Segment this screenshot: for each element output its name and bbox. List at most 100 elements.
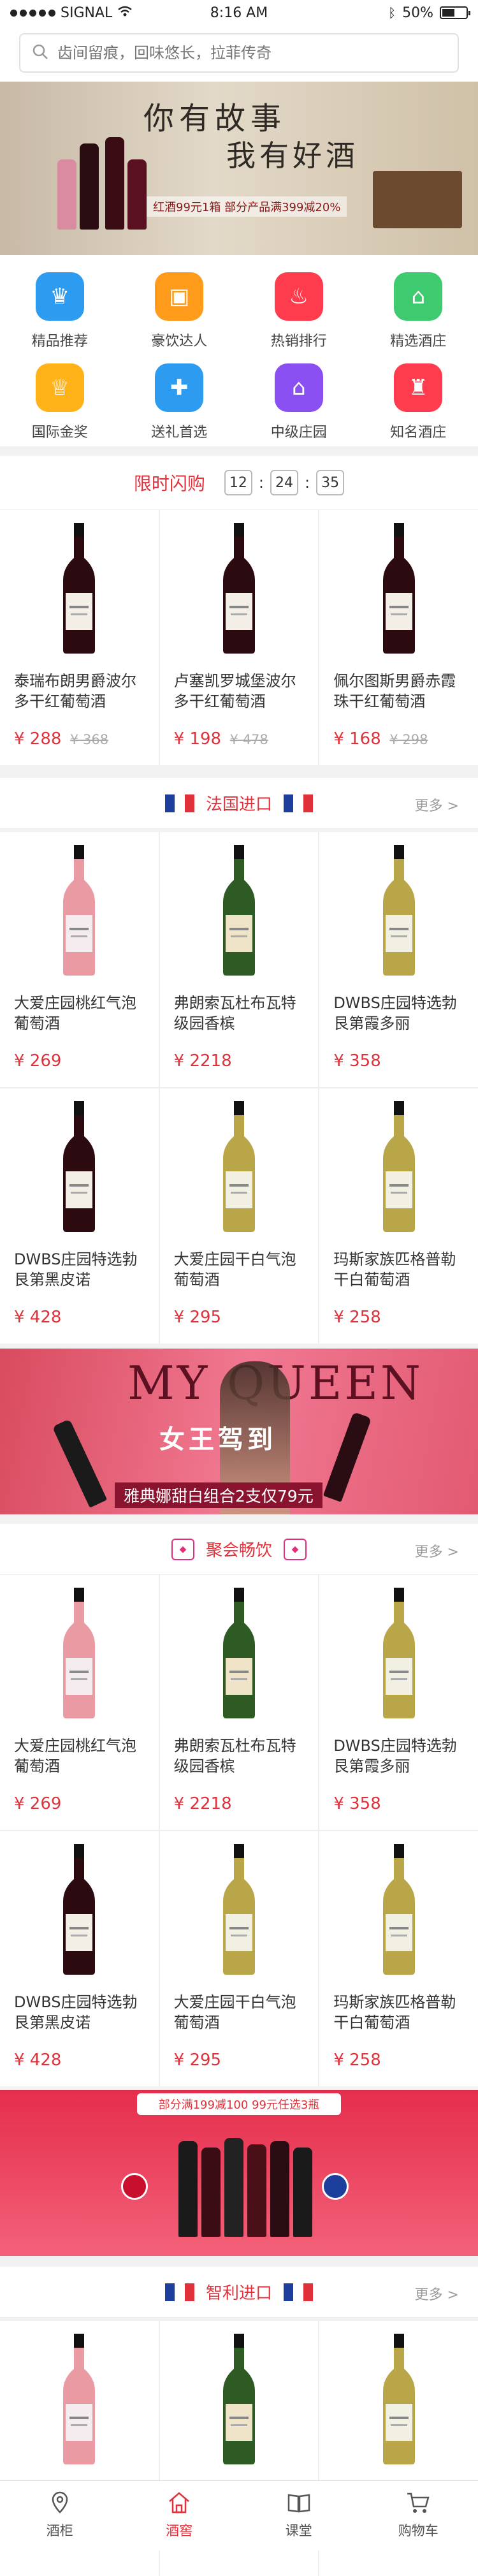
category-label: 精品推荐 — [32, 330, 88, 350]
tab-label: 酒窖 — [166, 2521, 192, 2540]
product-original-price: ¥ 368 — [70, 732, 108, 747]
location-icon — [47, 2490, 73, 2515]
product-card[interactable]: 卢塞凯罗城堡波尔多干红葡萄酒¥ 198¥ 478 — [160, 510, 319, 765]
countdown-seconds: 35 — [316, 470, 344, 495]
section-title: 智利进口 — [206, 2280, 272, 2304]
product-card[interactable]: 大爱庄园干白气泡葡萄酒 ¥ 295 — [160, 1088, 319, 1343]
product-card[interactable]: 弗朗索瓦杜布瓦特级园香槟¥ 2218 — [160, 1575, 319, 1830]
bottle-image — [80, 143, 99, 230]
banner-subtitle: 红酒99元1箱 部分产品满399减20% — [147, 196, 347, 217]
box-icon: ▣ — [155, 272, 203, 321]
more-link[interactable]: 更多 > — [415, 794, 459, 815]
carrier: SIGNAL — [61, 5, 112, 21]
tab-book[interactable]: 课堂 — [239, 2481, 359, 2550]
product-price: ¥ 358 — [333, 1794, 380, 1813]
product-card[interactable]: DWBS庄园特选勃艮第黑皮诺¥ 428 — [0, 1831, 159, 2086]
flag-circle-icon — [121, 2173, 148, 2200]
promo-banner-queen[interactable]: MY QUEEN 女王驾到 雅典娜甜白组合2支仅79元 — [0, 1349, 478, 1514]
battery-icon — [440, 6, 468, 19]
category-item[interactable]: ♜知名酒庄 — [359, 356, 478, 442]
product-price: ¥ 258 — [333, 1308, 380, 1327]
category-item[interactable]: ♕国际金奖 — [0, 356, 120, 442]
promo-banner-sale[interactable]: 部分满199减100 99元任选3瓶 — [0, 2090, 478, 2256]
product-original-price: ¥ 298 — [389, 732, 428, 747]
product-name: 大爱庄园干白气泡葡萄酒 — [174, 1249, 307, 1290]
product-card[interactable]: 弗朗索瓦杜布瓦特级园香槟¥ 2218 — [160, 832, 319, 1087]
category-item[interactable]: ⌂精选酒庄 — [359, 265, 478, 351]
product-price: ¥ 288 — [14, 729, 61, 749]
tab-home[interactable]: 酒窖 — [120, 2481, 240, 2550]
france-flag-icon — [284, 794, 313, 812]
bottle-image — [105, 137, 124, 230]
product-price: ¥ 2218 — [174, 1794, 232, 1813]
category-label: 热销排行 — [271, 330, 327, 350]
product-card[interactable]: 大爱庄园干白气泡葡萄酒 ¥ 295 — [160, 1831, 319, 2086]
bottle-image — [127, 159, 147, 230]
flash-sale-header[interactable]: 限时闪购 12 : 24 : 35 — [0, 456, 478, 510]
bluetooth-icon: ᛒ — [388, 5, 396, 20]
bottom-tab-bar: 酒柜 酒窖 课堂购物车 — [0, 2480, 478, 2550]
search-input[interactable] — [57, 44, 446, 62]
signal-icon — [10, 10, 55, 17]
product-image — [0, 523, 159, 654]
product-card[interactable]: 玛斯家族匹格普勒干白葡萄酒¥ 258 — [319, 1088, 478, 1343]
flash-sale-label: 限时闪购 — [134, 470, 205, 495]
product-image — [160, 2334, 319, 2464]
product-price: ¥ 168 — [333, 729, 380, 749]
category-item[interactable]: ✚送礼首选 — [120, 356, 240, 442]
product-image — [0, 1844, 159, 1975]
section-header-chile: 智利进口 更多 > — [0, 2267, 478, 2318]
product-card[interactable]: DWBS庄园特选勃艮第霞多丽¥ 358 — [319, 1575, 478, 1830]
search-box[interactable] — [19, 33, 459, 73]
product-name: 玛斯家族匹格普勒干白葡萄酒 — [333, 1992, 467, 2033]
product-card[interactable]: 大爱庄园桃红气泡葡萄酒¥ 269 — [0, 832, 159, 1087]
product-image — [160, 1844, 319, 1975]
product-name: 弗朗索瓦杜布瓦特级园香槟 — [174, 993, 307, 1034]
product-card[interactable]: 泰瑞布朗男爵波尔多干红葡萄酒¥ 288¥ 368 — [0, 510, 159, 765]
promo-subtitle: 雅典娜甜白组合2支仅79元 — [115, 1482, 322, 1508]
flash-product-grid: 泰瑞布朗男爵波尔多干红葡萄酒¥ 288¥ 368卢塞凯罗城堡波尔多干红葡萄酒¥ … — [0, 510, 478, 765]
category-label: 精选酒庄 — [390, 330, 446, 350]
home-icon — [166, 2490, 192, 2515]
product-price: ¥ 358 — [333, 1051, 380, 1071]
product-name: 大爱庄园干白气泡葡萄酒 — [174, 1992, 307, 2033]
category-item[interactable]: ♛精品推荐 — [0, 265, 120, 351]
product-card[interactable]: DWBS庄园特选勃艮第霞多丽 ¥ 358 — [319, 832, 478, 1087]
category-item[interactable]: ♨热销排行 — [239, 265, 359, 351]
colon: : — [259, 474, 264, 492]
product-card[interactable]: DWBS庄园特选勃艮第黑皮诺¥ 428 — [0, 1088, 159, 1343]
product-image — [319, 845, 478, 976]
tab-cart[interactable]: 购物车 — [359, 2481, 478, 2550]
product-grid-france: 大爱庄园桃红气泡葡萄酒¥ 269弗朗索瓦杜布瓦特级园香槟¥ 2218DWBS庄园… — [0, 832, 478, 1343]
promo-title: 女王驾到 — [159, 1419, 277, 1456]
colon: : — [305, 474, 310, 492]
more-link[interactable]: 更多 > — [415, 1540, 459, 1561]
product-card[interactable]: 佩尔图斯男爵赤霞珠干红葡萄酒¥ 168¥ 298 — [319, 510, 478, 765]
product-image — [319, 2334, 478, 2464]
hero-banner[interactable]: 你有故事 我有好酒 红酒99元1箱 部分产品满399减20% — [0, 82, 478, 255]
status-bar: SIGNAL 8:16 AM ᛒ 50% — [0, 0, 478, 26]
category-item[interactable]: ⌂中级庄园 — [239, 356, 359, 442]
wifi-icon — [117, 5, 133, 21]
category-item[interactable]: ▣豪饮达人 — [120, 265, 240, 351]
product-card[interactable]: 玛斯家族匹格普勒干白葡萄酒¥ 258 — [319, 1831, 478, 2086]
product-price: ¥ 428 — [14, 1308, 61, 1327]
tag-icon: ◆ — [171, 1539, 194, 1560]
section-title: 聚会畅饮 — [206, 1537, 272, 1561]
product-name: DWBS庄园特选勃艮第霞多丽 — [333, 993, 467, 1034]
product-image — [0, 1588, 159, 1718]
product-price: ¥ 295 — [174, 2051, 221, 2070]
battery-percent: 50% — [402, 5, 433, 21]
tab-location[interactable]: 酒柜 — [0, 2481, 120, 2550]
section-header-party: ◆ 聚会畅饮 ◆ 更多 > — [0, 1524, 478, 1575]
tab-label: 酒柜 — [47, 2521, 73, 2540]
product-image — [160, 845, 319, 976]
product-price: ¥ 295 — [174, 1308, 221, 1327]
product-name: 卢塞凯罗城堡波尔多干红葡萄酒 — [174, 671, 307, 712]
product-card[interactable]: 大爱庄园桃红气泡葡萄酒¥ 269 — [0, 1575, 159, 1830]
category-label: 国际金奖 — [32, 421, 88, 441]
promo-top-text: 部分满199减100 99元任选3瓶 — [137, 2093, 341, 2115]
promo-bottles — [178, 2135, 344, 2237]
product-image — [160, 523, 319, 654]
more-link[interactable]: 更多 > — [415, 2283, 459, 2304]
